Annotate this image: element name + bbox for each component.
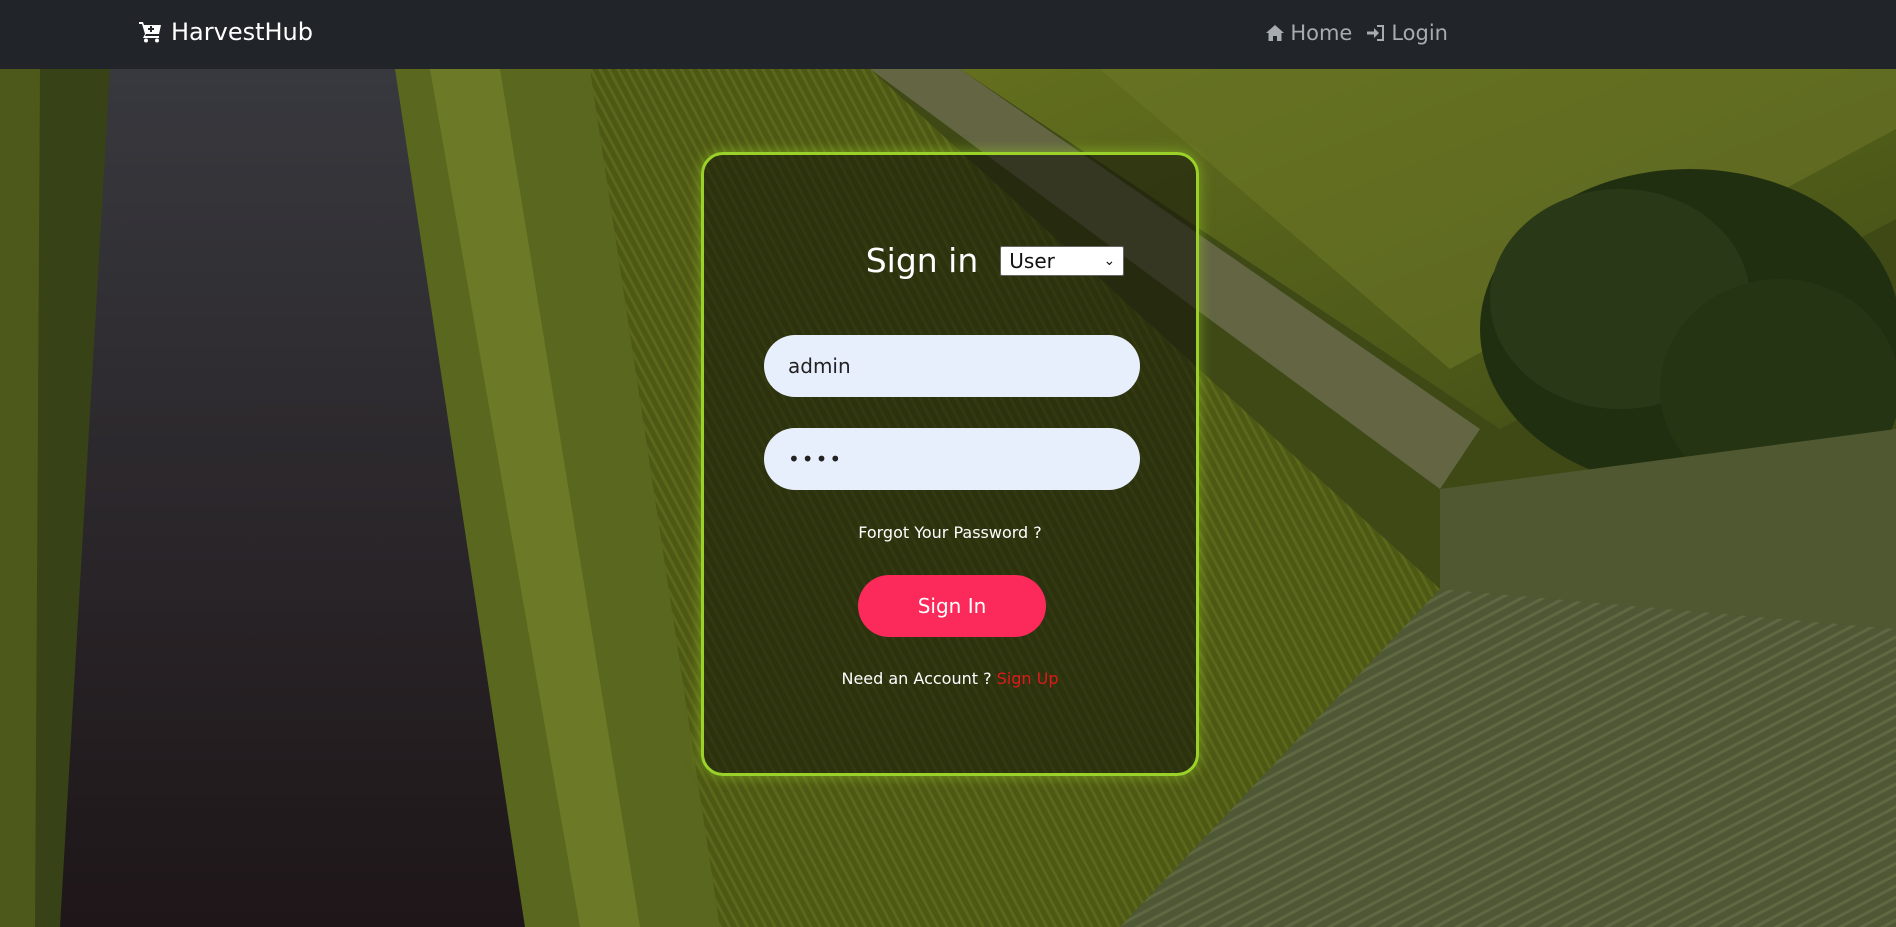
nav-home-link[interactable]: Home xyxy=(1265,21,1352,45)
account-prompt-text: Need an Account ? xyxy=(841,669,992,688)
role-select-value: User xyxy=(1009,248,1055,273)
forgot-password-link[interactable]: Forgot Your Password ? xyxy=(704,523,1196,542)
signin-card: Sign in User ⌄ admin •••• Forgot Your Pa… xyxy=(701,152,1199,776)
account-prompt: Need an Account ? Sign Up xyxy=(704,669,1196,688)
signin-title: Sign in xyxy=(865,241,979,280)
navbar: HarvestHub Home Login xyxy=(0,0,1896,69)
brand-name: HarvestHub xyxy=(171,18,313,46)
sign-up-link[interactable]: Sign Up xyxy=(997,669,1059,688)
nav-login-label: Login xyxy=(1391,21,1448,45)
nav-home-label: Home xyxy=(1290,21,1353,45)
brand-link[interactable]: HarvestHub xyxy=(139,18,313,46)
sign-in-icon xyxy=(1367,25,1385,41)
password-input[interactable]: •••• xyxy=(764,428,1140,490)
username-input[interactable]: admin xyxy=(764,335,1140,397)
cart-icon xyxy=(139,22,161,43)
nav-links: Home Login xyxy=(1265,21,1448,45)
chevron-down-icon: ⌄ xyxy=(1103,252,1116,269)
sign-in-button[interactable]: Sign In xyxy=(858,575,1046,637)
password-value: •••• xyxy=(788,447,844,471)
home-icon xyxy=(1266,25,1285,41)
nav-login-link[interactable]: Login xyxy=(1366,21,1448,45)
username-value: admin xyxy=(788,354,851,378)
signin-header: Sign in User ⌄ xyxy=(704,241,1196,280)
role-select[interactable]: User ⌄ xyxy=(1000,245,1125,276)
